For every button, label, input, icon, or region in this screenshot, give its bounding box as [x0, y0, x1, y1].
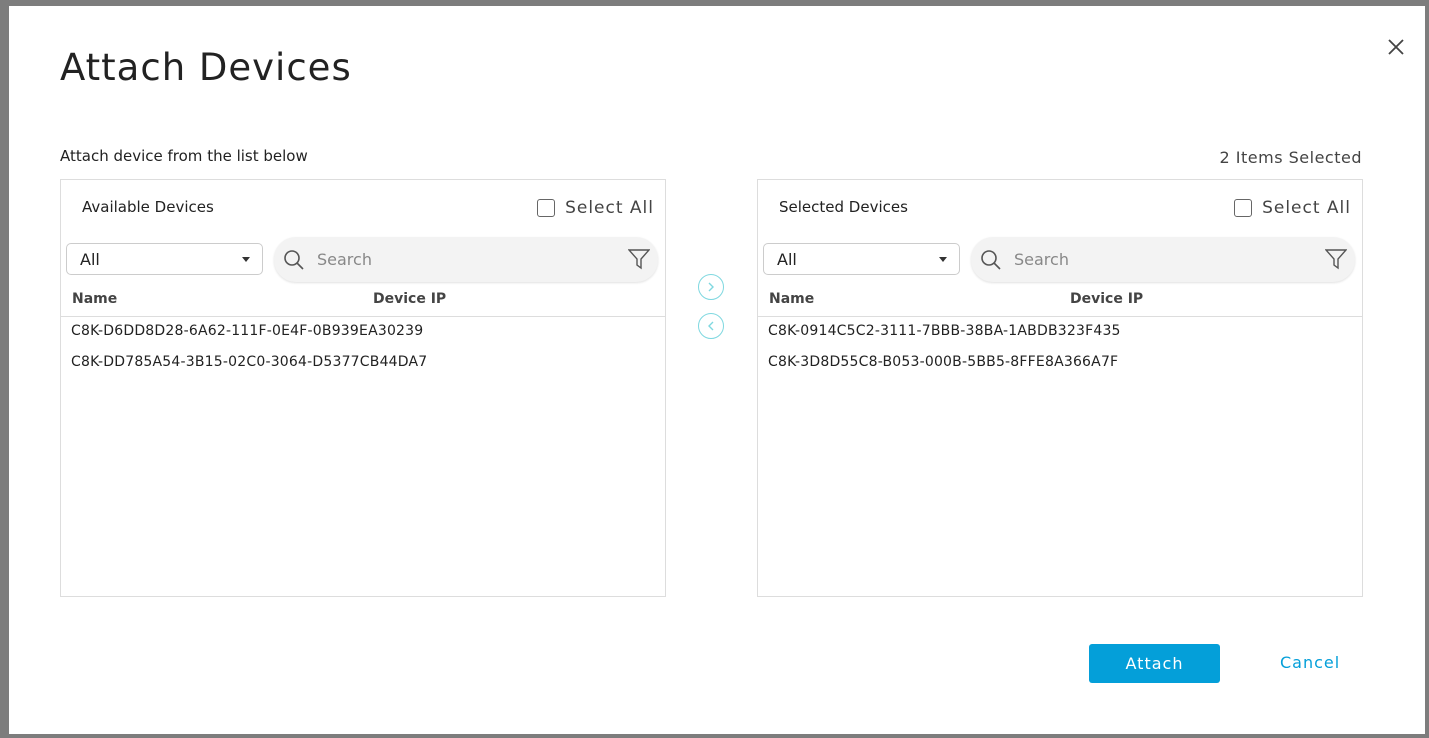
search-icon	[284, 250, 304, 270]
search-placeholder: Search	[1014, 250, 1069, 269]
select-all-available[interactable]: Select All	[537, 198, 654, 218]
column-device-ip[interactable]: Device IP	[373, 291, 446, 307]
table-row[interactable]: C8K-0914C5C2-3111-7BBB-38BA-1ABDB323F435	[768, 323, 1121, 339]
column-name[interactable]: Name	[769, 291, 814, 307]
caret-down-icon	[242, 257, 250, 262]
table-row[interactable]: C8K-D6DD8D28-6A62-111F-0E4F-0B939EA30239	[71, 323, 423, 339]
move-left-button[interactable]	[698, 313, 724, 339]
filter-dropdown[interactable]: All	[763, 243, 960, 275]
attach-devices-modal: Attach Devices Attach device from the li…	[9, 6, 1425, 734]
column-device-ip[interactable]: Device IP	[1070, 291, 1143, 307]
panel-title: Available Devices	[82, 198, 214, 216]
close-icon[interactable]	[1385, 36, 1407, 58]
chevron-right-icon	[708, 282, 714, 292]
table-header: Name Device IP	[758, 290, 1362, 317]
panel-title: Selected Devices	[779, 198, 908, 216]
search-icon	[981, 250, 1001, 270]
modal-subtitle: Attach device from the list below	[60, 147, 308, 165]
table-header: Name Device IP	[61, 290, 665, 317]
search-input[interactable]: Search	[274, 237, 658, 282]
table-row[interactable]: C8K-3D8D55C8-B053-000B-5BB5-8FFE8A366A7F	[768, 354, 1118, 370]
table-row[interactable]: C8K-DD785A54-3B15-02C0-3064-D5377CB44DA7	[71, 354, 427, 370]
filter-dropdown[interactable]: All	[66, 243, 263, 275]
selected-devices-panel: Selected Devices Select All All Search N…	[757, 179, 1363, 597]
dropdown-value: All	[777, 250, 797, 269]
dropdown-value: All	[80, 250, 100, 269]
available-devices-panel: Available Devices Select All All Search …	[60, 179, 666, 597]
caret-down-icon	[939, 257, 947, 262]
select-all-label: Select All	[565, 198, 654, 218]
column-name[interactable]: Name	[72, 291, 117, 307]
search-input[interactable]: Search	[971, 237, 1355, 282]
attach-button[interactable]: Attach	[1089, 644, 1220, 683]
cancel-button[interactable]: Cancel	[1280, 653, 1340, 672]
filter-icon[interactable]	[1325, 248, 1347, 270]
selected-count: 2 Items Selected	[1219, 148, 1362, 167]
filter-icon[interactable]	[628, 248, 650, 270]
checkbox[interactable]	[537, 199, 556, 217]
select-all-selected[interactable]: Select All	[1234, 198, 1351, 218]
select-all-label: Select All	[1262, 198, 1351, 218]
move-right-button[interactable]	[698, 274, 724, 300]
chevron-left-icon	[708, 321, 714, 331]
modal-title: Attach Devices	[60, 46, 352, 89]
search-placeholder: Search	[317, 250, 372, 269]
checkbox[interactable]	[1234, 199, 1253, 217]
